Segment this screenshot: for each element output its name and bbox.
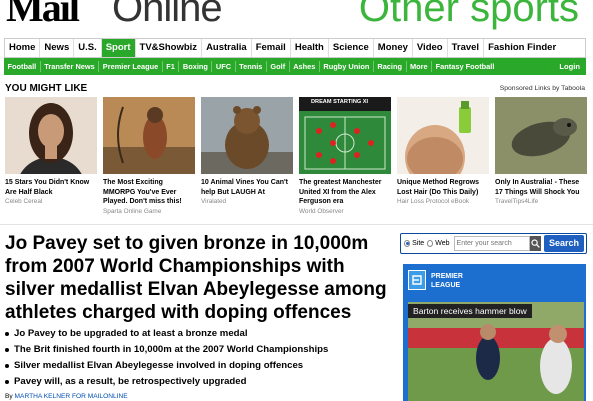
site-header: Mail Online Other sports <box>0 0 593 36</box>
nav-item-australia[interactable]: Australia <box>202 39 252 57</box>
section-divider <box>0 224 593 225</box>
nav-item-travel[interactable]: Travel <box>448 39 485 57</box>
premier-league-label-line2: LEAGUE <box>431 282 461 289</box>
subnav-item-f1[interactable]: F1 <box>163 61 180 72</box>
recommendation-card[interactable]: 10 Animal Vines You Can't help But LAUGH… <box>201 97 293 206</box>
primary-nav: Home News U.S. Sport TV&Showbiz Australi… <box>4 38 586 58</box>
premier-league-label-line1: PREMIER <box>431 273 463 280</box>
nav-item-video[interactable]: Video <box>413 39 448 57</box>
card-image-hair[interactable] <box>397 97 489 174</box>
sport-subnav: Football Transfer News Premier League F1… <box>4 58 586 75</box>
article-byline: By MARTHA KELNER FOR MAILONLINE <box>5 393 128 400</box>
summary-bullet: The Brit finished fourth in 10,000m at t… <box>5 342 393 358</box>
you-might-like-heading: YOU MIGHT LIKE <box>5 83 88 94</box>
nav-item-femail[interactable]: Femail <box>252 39 291 57</box>
search-bar: Site Web Search <box>400 233 587 254</box>
card-title[interactable]: 10 Animal Vines You Can't help But LAUGH… <box>201 178 293 197</box>
subnav-item-ufc[interactable]: UFC <box>212 61 236 72</box>
article-summary-bullets: Jo Pavey to be upgraded to at least a br… <box>5 326 393 390</box>
card-source: Celeb Cereal <box>5 198 43 205</box>
subnav-item-fantasy-football[interactable]: Fantasy Football <box>432 61 498 72</box>
subnav-item-premier-league[interactable]: Premier League <box>99 61 163 72</box>
recommendation-card[interactable]: Only In Australia! - These 17 Things Wil… <box>495 97 587 206</box>
sponsored-links-label[interactable]: Sponsored Links by Taboola <box>500 85 585 92</box>
subnav-item-boxing[interactable]: Boxing <box>179 61 213 72</box>
nav-item-sport[interactable]: Sport <box>101 39 136 57</box>
search-button[interactable]: Search <box>543 235 585 252</box>
card-title[interactable]: The greatest Manchester United XI from t… <box>299 178 391 207</box>
nav-item-home[interactable]: Home <box>5 39 41 57</box>
recommendation-card[interactable]: 15 Stars You Didn't Know Are Half Black … <box>5 97 97 206</box>
summary-bullet: Pavey will, as a result, be retrospectiv… <box>5 374 393 390</box>
search-web-radio[interactable] <box>427 240 434 247</box>
subnav-item-golf[interactable]: Golf <box>267 61 290 72</box>
search-web-label[interactable]: Web <box>435 240 449 247</box>
search-icon[interactable] <box>529 236 541 251</box>
nav-item-money[interactable]: Money <box>374 39 413 57</box>
nav-item-us[interactable]: U.S. <box>74 39 102 57</box>
summary-bullet: Silver medallist Elvan Abeylegesse invol… <box>5 358 393 374</box>
card-title[interactable]: 15 Stars You Didn't Know Are Half Black <box>5 178 97 197</box>
card-image-dream-xi[interactable]: DREAM STARTING XI <box>299 97 391 174</box>
card-title[interactable]: Only In Australia! - These 17 Things Wil… <box>495 178 587 197</box>
subnav-item-ashes[interactable]: Ashes <box>290 61 320 72</box>
summary-bullet: Jo Pavey to be upgraded to at least a br… <box>5 326 393 342</box>
premier-league-widget[interactable]: PREMIER LEAGUE Barton receives hammer bl… <box>403 264 586 401</box>
premier-league-logo-icon <box>408 270 426 290</box>
card-image-caption: DREAM STARTING XI <box>311 99 369 105</box>
subnav-item-more[interactable]: More <box>407 61 433 72</box>
premier-league-story-caption[interactable]: Barton receives hammer blow <box>408 304 532 318</box>
byline-prefix: By <box>5 393 13 400</box>
nav-item-health[interactable]: Health <box>291 39 329 57</box>
recommendation-cards: 15 Stars You Didn't Know Are Half Black … <box>5 97 587 217</box>
recommendation-card[interactable]: The Most Exciting MMORPG You've Ever Pla… <box>103 97 195 216</box>
card-image-lizard[interactable] <box>495 97 587 174</box>
subnav-item-football[interactable]: Football <box>4 61 41 72</box>
subnav-item-transfer-news[interactable]: Transfer News <box>41 61 100 72</box>
card-image-bear[interactable] <box>201 97 293 174</box>
premier-league-story-image[interactable]: Barton receives hammer blow <box>408 302 584 401</box>
nav-item-news[interactable]: News <box>40 39 75 57</box>
recommendation-card[interactable]: Unique Method Regrows Lost Hair (Do This… <box>397 97 489 206</box>
nav-item-tvshowbiz[interactable]: TV&Showbiz <box>136 39 203 57</box>
card-image-warrior[interactable] <box>103 97 195 174</box>
subnav-item-racing[interactable]: Racing <box>374 61 407 72</box>
card-source: Sparta Online Game <box>103 207 162 215</box>
login-link[interactable]: Login <box>559 62 586 71</box>
nav-item-science[interactable]: Science <box>329 39 374 57</box>
search-site-radio[interactable] <box>404 240 411 247</box>
card-title[interactable]: The Most Exciting MMORPG You've Ever Pla… <box>103 178 195 207</box>
nav-item-fashion-finder[interactable]: Fashion Finder <box>484 39 560 57</box>
card-source: TravelTips4Life <box>495 198 539 205</box>
byline-author-link[interactable]: MARTHA KELNER FOR MAILONLINE <box>15 393 128 400</box>
card-source: Viralated <box>201 198 227 205</box>
search-site-label[interactable]: Site <box>412 240 424 247</box>
premier-league-label: PREMIER LEAGUE <box>431 272 463 290</box>
card-title[interactable]: Unique Method Regrows Lost Hair (Do This… <box>397 178 489 197</box>
subnav-item-tennis[interactable]: Tennis <box>236 61 267 72</box>
card-source: World Observer <box>299 207 344 215</box>
card-source: Hair Loss Protocol eBook <box>397 198 470 205</box>
card-image-celebrity[interactable] <box>5 97 97 174</box>
site-logo-online[interactable]: Online <box>112 0 223 28</box>
recommendation-card[interactable]: DREAM STARTING XI The greatest Mancheste… <box>299 97 391 216</box>
subnav-item-rugby-union[interactable]: Rugby Union <box>320 61 374 72</box>
article-headline: Jo Pavey set to given bronze in 10,000m … <box>5 233 387 323</box>
section-title: Other sports <box>358 0 579 30</box>
site-logo[interactable]: Mail <box>6 0 80 28</box>
search-input[interactable] <box>453 236 530 251</box>
